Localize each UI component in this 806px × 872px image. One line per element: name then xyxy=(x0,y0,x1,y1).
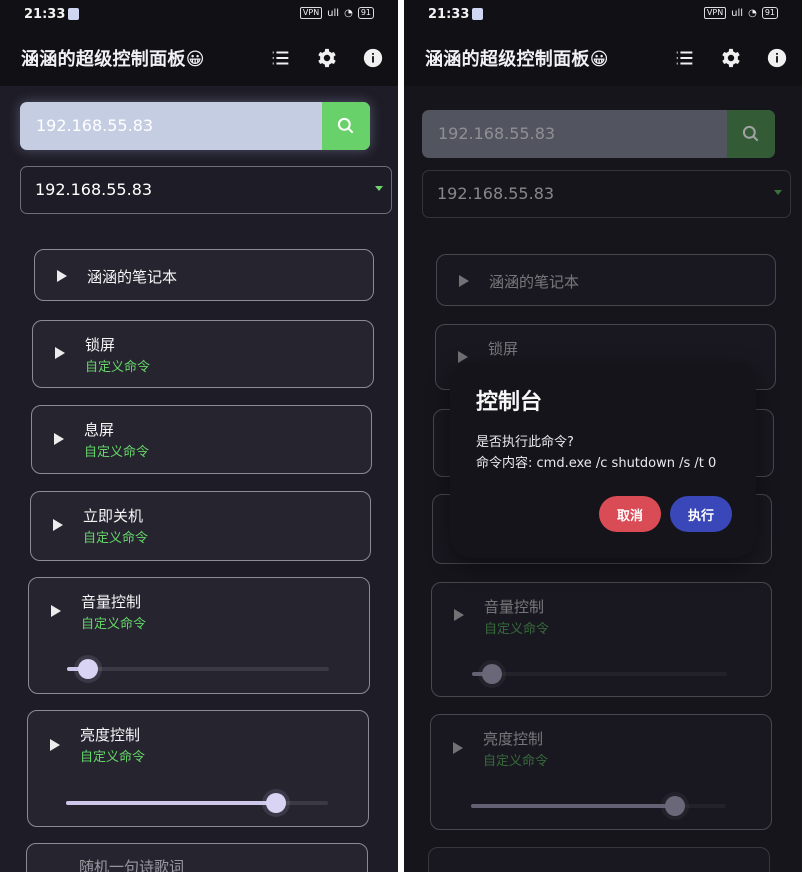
search-button[interactable] xyxy=(322,102,370,150)
card-title: 涵涵的笔记本 xyxy=(87,268,178,286)
dialog-command-content: 命令内容: cmd.exe /c shutdown /s /t 0 xyxy=(476,456,717,471)
play-icon xyxy=(51,605,61,617)
chevron-down-icon xyxy=(375,186,383,191)
device-card[interactable]: 涵涵的笔记本 xyxy=(34,249,374,301)
wifi-icon: ◔ xyxy=(344,7,353,19)
card-subtitle: 自定义命令 xyxy=(83,531,149,546)
status-icons: VPN ull ◔ 91 xyxy=(703,7,778,19)
play-icon xyxy=(57,270,67,282)
app-title: 涵涵的超级控制面板😀 xyxy=(21,49,205,70)
info-icon[interactable] xyxy=(361,46,385,70)
play-icon xyxy=(50,739,60,751)
brightness-slider-fill xyxy=(66,801,276,805)
ip-select[interactable]: 192.168.55.83 xyxy=(20,166,392,214)
brightness-slider[interactable] xyxy=(66,793,328,813)
search-input[interactable]: 192.168.55.83 xyxy=(20,102,322,150)
list-icon[interactable] xyxy=(673,46,697,70)
status-time: 21:33 xyxy=(428,7,470,22)
card-title: 亮度控制 xyxy=(80,726,141,744)
play-icon xyxy=(55,347,65,359)
status-app-icon xyxy=(472,8,483,20)
play-icon xyxy=(54,433,64,445)
command-card-shutdown[interactable]: 立即关机 自定义命令 xyxy=(30,491,371,561)
battery-icon: 91 xyxy=(357,7,374,19)
play-icon xyxy=(53,519,63,531)
card-title: 立即关机 xyxy=(83,507,144,525)
status-bar: 21:33 VPN ull ◔ 91 xyxy=(0,0,398,34)
status-time: 21:33 xyxy=(24,7,66,22)
card-subtitle: 自定义命令 xyxy=(85,360,151,375)
dialog-question: 是否执行此命令? xyxy=(476,435,574,450)
gear-icon[interactable] xyxy=(315,46,339,70)
signal-icon: ull xyxy=(731,7,744,19)
execute-button[interactable]: 执行 xyxy=(670,496,732,532)
command-card-brightness[interactable]: 亮度控制 自定义命令 xyxy=(27,710,369,827)
card-title: 锁屏 xyxy=(85,336,116,354)
status-app-icon xyxy=(68,8,79,20)
card-title: 息屏 xyxy=(84,421,115,439)
volume-slider[interactable] xyxy=(67,659,329,679)
command-card-screen-off[interactable]: 息屏 自定义命令 xyxy=(31,405,372,474)
signal-icon: ull xyxy=(327,7,340,19)
gear-icon[interactable] xyxy=(719,46,743,70)
wifi-icon: ◔ xyxy=(748,7,757,19)
command-card-poem[interactable]: 随机一句诗歌词 xyxy=(26,843,368,872)
battery-icon: 91 xyxy=(761,7,778,19)
app-actions xyxy=(673,46,789,70)
app-actions xyxy=(269,46,385,70)
command-card-volume[interactable]: 音量控制 自定义命令 xyxy=(28,577,370,694)
volume-slider-thumb[interactable] xyxy=(77,659,98,679)
card-subtitle: 自定义命令 xyxy=(81,617,147,632)
search-bar: 192.168.55.83 xyxy=(20,102,370,150)
command-card-lock[interactable]: 锁屏 自定义命令 xyxy=(32,320,374,388)
vpn-icon: VPN xyxy=(299,7,323,19)
comparison-screenshot: 21:33 VPN ull ◔ 91 涵涵的超级控制面板😀 192.168.55… xyxy=(0,0,806,872)
list-icon[interactable] xyxy=(269,46,293,70)
cancel-button[interactable]: 取消 xyxy=(599,496,661,532)
app-bar: 涵涵的超级控制面板😀 xyxy=(0,34,398,86)
card-title: 音量控制 xyxy=(81,593,142,611)
card-subtitle: 自定义命令 xyxy=(80,750,146,765)
card-title: 随机一句诗歌词 xyxy=(79,858,185,872)
console-dialog: 控制台 是否执行此命令? 命令内容: cmd.exe /c shutdown /… xyxy=(450,362,756,558)
phone-right: 21:33 VPN ull ◔ 91 涵涵的超级控制面板😀 192.168.55… xyxy=(404,0,802,872)
status-icons: VPN ull ◔ 91 xyxy=(299,7,374,19)
app-title: 涵涵的超级控制面板😀 xyxy=(425,49,609,70)
phone-left: 21:33 VPN ull ◔ 91 涵涵的超级控制面板😀 192.168.55… xyxy=(0,0,398,872)
status-bar: 21:33 VPN ull ◔ 91 xyxy=(404,0,802,34)
app-bar: 涵涵的超级控制面板😀 xyxy=(404,34,802,86)
ip-select-value: 192.168.55.83 xyxy=(35,180,153,199)
main-content: 192.168.55.83 192.168.55.83 涵涵的笔记本 锁屏 xyxy=(0,86,398,872)
dialog-title: 控制台 xyxy=(476,390,543,415)
brightness-slider-thumb[interactable] xyxy=(265,793,286,813)
card-subtitle: 自定义命令 xyxy=(84,445,150,460)
info-icon[interactable] xyxy=(765,46,789,70)
vpn-icon: VPN xyxy=(703,7,727,19)
